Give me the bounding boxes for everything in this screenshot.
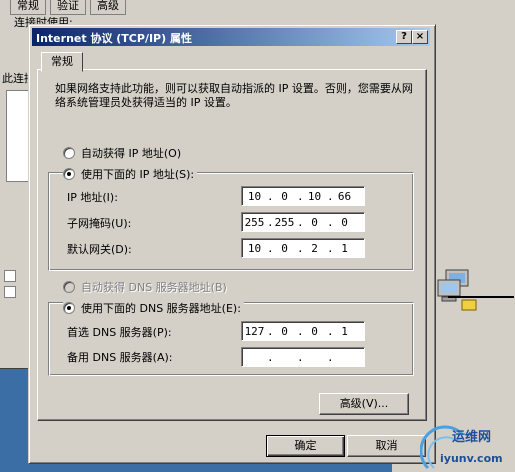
advanced-button[interactable]: 高级(V)... — [319, 393, 409, 415]
title-bar[interactable]: Internet 协议 (TCP/IP) 属性 ? × — [32, 28, 430, 46]
mask-octet: 0 — [311, 215, 318, 229]
background-checkbox[interactable] — [4, 270, 16, 282]
alternate-dns-input[interactable]: . . . — [241, 347, 365, 367]
radio-auto-dns-label: 自动获得 DNS 服务器地址(B) — [81, 281, 227, 294]
description-text: 如果网络支持此功能，则可以获取自动指派的 IP 设置。否则，您需要从网络系统管理… — [55, 82, 413, 109]
radio-circle-disabled-icon — [63, 281, 75, 293]
ip-address-label: IP 地址(I): — [67, 191, 118, 204]
background-tab-auth[interactable]: 验证 — [50, 0, 86, 15]
dns1-octet: 0 — [281, 324, 288, 338]
radio-manual-ip[interactable]: 使用下面的 IP 地址(S): — [63, 166, 198, 182]
radio-manual-dns-label: 使用下面的 DNS 服务器地址(E): — [81, 302, 241, 315]
dialog-title: Internet 协议 (TCP/IP) 属性 — [36, 32, 192, 45]
tab-general[interactable]: 常规 — [41, 52, 83, 72]
default-gateway-label: 默认网关(D): — [67, 243, 132, 256]
cancel-button[interactable]: 取消 — [347, 435, 426, 457]
ip-octet: 10 — [307, 189, 322, 203]
subnet-mask-input[interactable]: 255. 255. 0. 0 — [241, 212, 365, 232]
background-tab-advanced[interactable]: 高级 — [90, 0, 126, 15]
default-gateway-input[interactable]: 10. 0. 2. 1 — [241, 238, 365, 258]
background-tab-general[interactable]: 常规 — [10, 0, 46, 15]
dns1-octet: 0 — [311, 324, 318, 338]
ip-octet: 10 — [247, 189, 262, 203]
gateway-octet: 2 — [311, 241, 318, 255]
radio-selected-icon — [63, 302, 75, 314]
ip-octet: 0 — [281, 189, 288, 203]
dns1-octet: 127 — [244, 324, 265, 338]
ip-address-input[interactable]: 10. 0. 10. 66 — [241, 186, 365, 206]
radio-manual-dns[interactable]: 使用下面的 DNS 服务器地址(E): — [63, 300, 244, 316]
mask-octet: 255 — [274, 215, 295, 229]
background-items-list[interactable] — [6, 90, 30, 182]
radio-selected-icon — [63, 168, 75, 180]
watermark-url: iyunv.com — [440, 452, 503, 465]
network-computers-icon — [437, 269, 477, 311]
network-line — [448, 296, 514, 298]
radio-auto-ip-label: 自动获得 IP 地址(O) — [81, 147, 182, 160]
background-checkbox[interactable] — [4, 286, 16, 298]
close-button[interactable]: × — [412, 30, 428, 44]
gateway-octet: 1 — [341, 241, 348, 255]
watermark-name: 运维网 — [452, 430, 492, 445]
mask-octet: 255 — [244, 215, 265, 229]
dns1-octet: 1 — [341, 324, 348, 338]
radio-manual-ip-label: 使用下面的 IP 地址(S): — [81, 168, 195, 181]
radio-auto-ip[interactable]: 自动获得 IP 地址(O) — [63, 145, 185, 161]
preferred-dns-label: 首选 DNS 服务器(P): — [67, 326, 172, 339]
radio-circle-icon — [63, 147, 75, 159]
alternate-dns-label: 备用 DNS 服务器(A): — [67, 351, 173, 364]
ip-octet: 66 — [337, 189, 352, 203]
tcpip-properties-dialog: Internet 协议 (TCP/IP) 属性 ? × 常规 如果网络支持此功能… — [28, 24, 436, 464]
gateway-octet: 0 — [281, 241, 288, 255]
mask-octet: 0 — [341, 215, 348, 229]
preferred-dns-input[interactable]: 127. 0. 0. 1 — [241, 321, 365, 341]
radio-auto-dns[interactable]: 自动获得 DNS 服务器地址(B) — [63, 279, 230, 295]
gateway-octet: 10 — [247, 241, 262, 255]
subnet-mask-label: 子网掩码(U): — [67, 217, 132, 230]
ok-button[interactable]: 确定 — [266, 435, 345, 457]
help-button[interactable]: ? — [396, 30, 412, 44]
